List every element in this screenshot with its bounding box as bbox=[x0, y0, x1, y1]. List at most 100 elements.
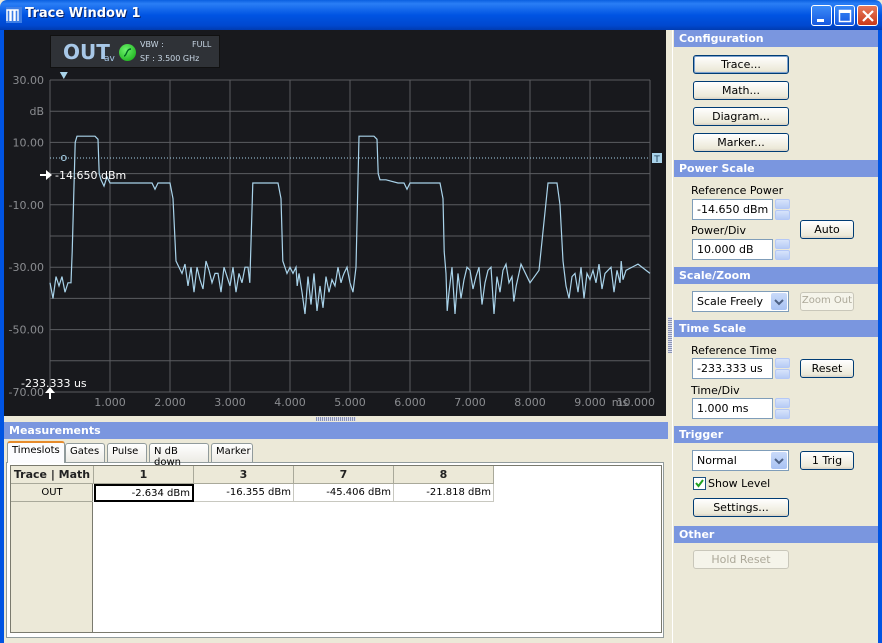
trace-name: OUT bbox=[63, 40, 110, 64]
reset-button[interactable]: Reset bbox=[800, 359, 854, 378]
hold-reset-button[interactable]: Hold Reset bbox=[693, 550, 789, 569]
y-tick-label: -10.00 bbox=[9, 199, 44, 212]
trigger-settings-button[interactable]: Settings... bbox=[693, 498, 789, 517]
y-tick-label: -50.00 bbox=[9, 324, 44, 337]
time-div-label: Time/Div bbox=[691, 384, 740, 397]
show-level-checkbox[interactable] bbox=[693, 477, 706, 490]
trace-status-icon bbox=[119, 44, 136, 61]
reference-time-label: -233.333 us bbox=[21, 377, 87, 390]
reference-power-label: Reference Power bbox=[691, 184, 784, 197]
tab-n-db-down[interactable]: N dB down bbox=[149, 443, 209, 468]
trace-app-icon bbox=[6, 7, 22, 23]
minimize-button[interactable] bbox=[811, 5, 832, 26]
auto-button[interactable]: Auto bbox=[800, 220, 854, 239]
spin-up-icon[interactable] bbox=[775, 199, 790, 209]
show-level-label: Show Level bbox=[708, 477, 771, 490]
reference-level-label: -14.650 dBm bbox=[55, 169, 126, 182]
close-icon bbox=[862, 10, 874, 22]
trace-detector-sub: av bbox=[104, 54, 115, 64]
x-tick-label: 6.000 bbox=[394, 396, 426, 409]
spin-down-icon[interactable] bbox=[775, 250, 790, 260]
x-tick-label: 4.000 bbox=[274, 396, 306, 409]
x-tick-label: 1.000 bbox=[94, 396, 126, 409]
column-header[interactable]: 7 bbox=[294, 466, 394, 484]
tab-marker[interactable]: Marker bbox=[211, 443, 253, 462]
diagram-button[interactable]: Diagram... bbox=[693, 107, 789, 126]
trigger-mode-value: Normal bbox=[697, 454, 737, 467]
spin-down-icon[interactable] bbox=[775, 409, 790, 419]
column-header[interactable]: 1 bbox=[94, 466, 194, 484]
other-header: Other bbox=[674, 526, 878, 543]
y-tick-label: 30.00 bbox=[13, 74, 45, 87]
time-scale-header: Time Scale bbox=[674, 320, 878, 337]
power-div-label: Power/Div bbox=[691, 224, 746, 237]
column-header[interactable]: 3 bbox=[194, 466, 294, 484]
vbw-label: VBW : bbox=[140, 40, 164, 49]
power-scale-header: Power Scale bbox=[674, 160, 878, 177]
spin-down-icon[interactable] bbox=[775, 210, 790, 220]
one-trig-button[interactable]: 1 Trig bbox=[800, 451, 854, 470]
scale-mode-select[interactable]: Scale Freely bbox=[692, 291, 789, 312]
table-cell[interactable]: -45.406 dBm bbox=[294, 484, 394, 502]
scale-zoom-header: Scale/Zoom bbox=[674, 267, 878, 284]
tab-timeslots[interactable]: Timeslots bbox=[7, 441, 65, 463]
table-cell[interactable]: -2.634 dBm bbox=[94, 484, 194, 502]
y-tick-label: -30.00 bbox=[9, 261, 44, 274]
reference-time-spinner[interactable] bbox=[775, 358, 790, 379]
y-unit-label: dB bbox=[29, 105, 44, 118]
power-div-spinner[interactable] bbox=[775, 239, 790, 260]
measurements-header: Measurements bbox=[4, 422, 668, 439]
tab-pulse[interactable]: Pulse bbox=[107, 443, 147, 462]
trigger-marker-label: T bbox=[653, 155, 660, 165]
x-tick-label: 3.000 bbox=[214, 396, 246, 409]
table-cell[interactable]: -16.355 dBm bbox=[194, 484, 294, 502]
reference-power-spinner[interactable] bbox=[775, 199, 790, 220]
trigger-header: Trigger bbox=[674, 426, 878, 443]
time-div-input[interactable]: 1.000 ms bbox=[692, 398, 773, 419]
table-cell[interactable]: -21.818 dBm bbox=[394, 484, 494, 502]
trace-info-box[interactable]: OUT av VBW : FULL SF : 3.500 GHz bbox=[50, 35, 220, 68]
checkmark-icon bbox=[695, 479, 704, 488]
marker-button[interactable]: Marker... bbox=[693, 133, 789, 152]
x-tick-label: 7.000 bbox=[454, 396, 486, 409]
chevron-down-icon[interactable] bbox=[771, 293, 787, 310]
splitter-grip[interactable] bbox=[316, 417, 356, 421]
row-header-out[interactable]: OUT bbox=[11, 484, 93, 502]
maximize-icon bbox=[838, 9, 852, 23]
x-tick-label: 5.000 bbox=[334, 396, 366, 409]
trace-button[interactable]: Trace... bbox=[693, 55, 789, 74]
configuration-header: Configuration bbox=[674, 30, 878, 47]
y-tick-label: 10.00 bbox=[13, 136, 45, 149]
zoom-out-button[interactable]: Zoom Out bbox=[800, 292, 854, 311]
math-button[interactable]: Math... bbox=[693, 81, 789, 100]
spin-up-icon[interactable] bbox=[775, 398, 790, 408]
chevron-down-icon[interactable] bbox=[771, 452, 787, 469]
window-title: Trace Window 1 bbox=[25, 6, 141, 21]
scale-mode-value: Scale Freely bbox=[697, 295, 763, 308]
x-tick-label: 2.000 bbox=[154, 396, 186, 409]
title-bar[interactable]: Trace Window 1 bbox=[0, 0, 882, 30]
minimize-icon bbox=[817, 19, 824, 22]
x-tick-label: 9.000 bbox=[574, 396, 606, 409]
reference-time-input[interactable]: -233.333 us bbox=[692, 358, 773, 379]
window-frame-right bbox=[878, 30, 882, 643]
spin-up-icon[interactable] bbox=[775, 239, 790, 249]
trigger-mode-select[interactable]: Normal bbox=[692, 450, 789, 471]
power-div-input[interactable]: 10.000 dB bbox=[692, 239, 773, 260]
x-tick-label: 8.000 bbox=[514, 396, 546, 409]
trigger-position-icon bbox=[59, 72, 68, 79]
tab-gates[interactable]: Gates bbox=[65, 443, 105, 462]
x-unit-label: ms bbox=[612, 396, 629, 409]
spin-up-icon[interactable] bbox=[775, 358, 790, 368]
trace-plot[interactable]: 30.0010.00-10.00-30.00-50.00-70.00dB1.00… bbox=[4, 30, 666, 416]
close-button[interactable] bbox=[857, 5, 878, 26]
corner-header: Trace | Math bbox=[11, 466, 94, 484]
reference-power-input[interactable]: -14.650 dBm bbox=[692, 199, 773, 220]
spin-down-icon[interactable] bbox=[775, 369, 790, 379]
time-div-spinner[interactable] bbox=[775, 398, 790, 419]
vbw-value: FULL bbox=[192, 40, 212, 49]
maximize-button[interactable] bbox=[834, 5, 855, 26]
column-header[interactable]: 8 bbox=[394, 466, 494, 484]
reference-time-label: Reference Time bbox=[691, 344, 777, 357]
sf-value: SF : 3.500 GHz bbox=[140, 54, 200, 63]
